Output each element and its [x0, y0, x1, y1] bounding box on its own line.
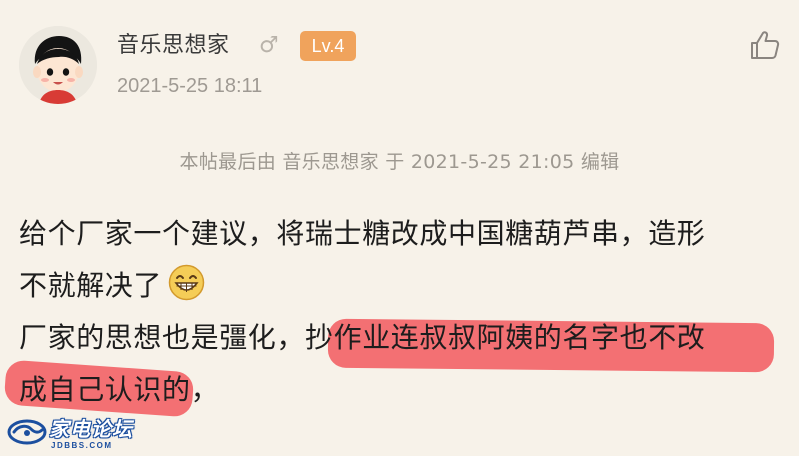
content-line: 不就解决了 — [19, 260, 789, 312]
cartoon-boy-avatar-icon — [19, 26, 97, 104]
content-line: 成自己认识的， — [19, 373, 220, 406]
post-content: 给个厂家一个建议，将瑞士糖改成中国糖葫芦串，造形 不就解决了 厂家的思想也是彊化… — [19, 208, 789, 416]
grinning-face-emoji-icon — [168, 264, 205, 301]
forum-watermark: 家电论坛 JDBBS.COM — [3, 415, 143, 453]
content-line: 厂家的思想也是彊化，抄作业连叔叔阿姨的名字也不改 — [19, 321, 706, 354]
male-symbol-icon: ♂ — [259, 33, 279, 58]
like-button[interactable] — [748, 28, 782, 62]
post-timestamp: 2021-5-25 18:11 — [117, 75, 263, 97]
watermark-url: JDBBS.COM — [51, 441, 113, 450]
username[interactable]: 音乐思想家 — [117, 31, 230, 61]
user-avatar[interactable] — [19, 26, 97, 104]
thumbs-up-icon — [751, 31, 780, 59]
edit-note: 本帖最后由 音乐思想家 于 2021-5-25 21:05 编辑 — [179, 151, 620, 173]
level-badge: Lv.4 — [300, 31, 356, 61]
watermark-title: 家电论坛 — [49, 417, 133, 441]
content-line-text: 不就解决了 — [19, 269, 163, 302]
content-line: 给个厂家一个建议，将瑞士糖改成中国糖葫芦串，造形 — [19, 217, 706, 250]
forum-logo-icon — [7, 419, 47, 445]
